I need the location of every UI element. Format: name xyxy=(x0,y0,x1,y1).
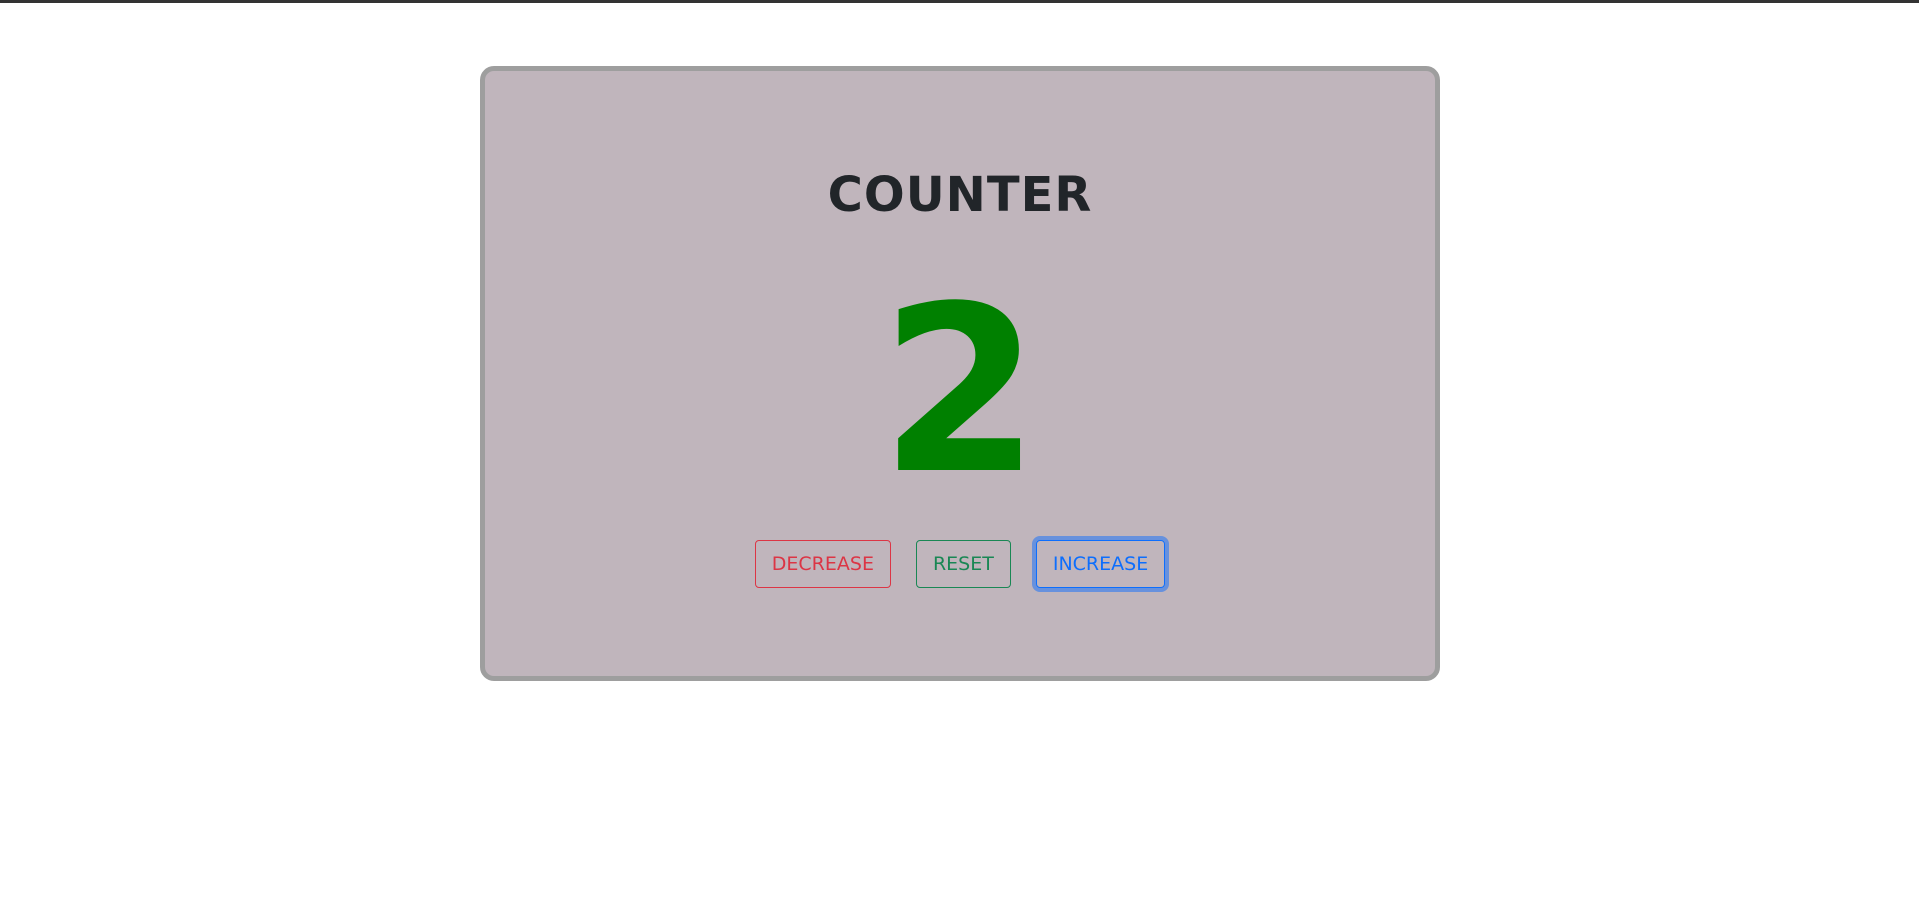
button-group: DECREASE RESET INCREASE xyxy=(485,540,1435,588)
top-border xyxy=(0,0,1919,3)
counter-card: COUNTER 2 DECREASE RESET INCREASE xyxy=(480,66,1440,681)
increase-button[interactable]: INCREASE xyxy=(1035,540,1166,588)
counter-value: 2 xyxy=(879,258,1041,525)
reset-button[interactable]: RESET xyxy=(915,540,1011,588)
page-title: COUNTER xyxy=(827,167,1093,223)
decrease-button[interactable]: DECREASE xyxy=(754,540,891,588)
